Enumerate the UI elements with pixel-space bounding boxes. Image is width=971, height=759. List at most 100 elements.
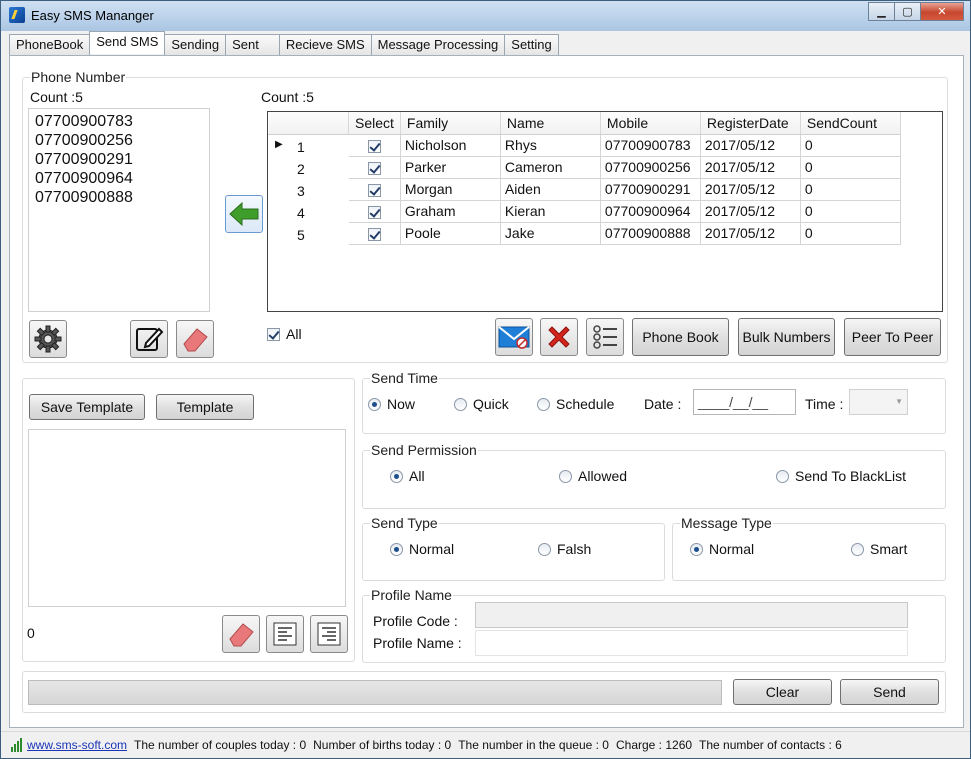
cell-register-date[interactable]: 2017/05/12 bbox=[699, 155, 801, 179]
cell-family[interactable]: Nicholson bbox=[399, 133, 501, 157]
message-type-smart-radio[interactable]: Smart bbox=[851, 541, 907, 557]
title-bar[interactable]: Easy SMS Mananger ▁ ▢ ✕ bbox=[1, 1, 970, 31]
cell-mobile[interactable]: 07700900964 bbox=[599, 199, 701, 223]
move-to-list-button[interactable] bbox=[225, 195, 263, 233]
template-button[interactable]: Template bbox=[156, 394, 254, 420]
close-button[interactable]: ✕ bbox=[920, 2, 964, 21]
settings-gear-button[interactable] bbox=[29, 320, 67, 358]
tab-send-sms[interactable]: Send SMS bbox=[89, 31, 166, 54]
send-time-now-radio[interactable]: Now bbox=[368, 396, 415, 412]
column-header-sendcount[interactable]: SendCount bbox=[800, 112, 901, 135]
cell-register-date[interactable]: 2017/05/12 bbox=[699, 177, 801, 201]
row-number[interactable]: 3 bbox=[268, 177, 349, 201]
permission-all-radio[interactable]: All bbox=[390, 468, 425, 484]
align-left-icon bbox=[273, 622, 297, 646]
cell-send-count[interactable]: 0 bbox=[799, 221, 901, 245]
cell-mobile[interactable]: 07700900783 bbox=[599, 133, 701, 157]
peer-to-peer-button[interactable]: Peer To Peer bbox=[844, 318, 941, 356]
column-header-name[interactable]: Name bbox=[500, 112, 601, 135]
phone-numbers-list[interactable]: 07700900783 07700900256 07700900291 0770… bbox=[28, 108, 210, 312]
message-type-normal-radio[interactable]: Normal bbox=[690, 541, 754, 557]
send-type-normal-radio[interactable]: Normal bbox=[390, 541, 454, 557]
cell-register-date[interactable]: 2017/05/12 bbox=[699, 199, 801, 223]
row-select-checkbox[interactable] bbox=[367, 227, 381, 241]
eraser-button[interactable] bbox=[176, 320, 214, 358]
send-button[interactable]: Send bbox=[840, 679, 939, 705]
send-time-quick-radio[interactable]: Quick bbox=[454, 396, 509, 412]
permission-blacklist-radio[interactable]: Send To BlackList bbox=[776, 468, 906, 484]
align-right-button[interactable] bbox=[310, 615, 348, 653]
website-link[interactable]: www.sms-soft.com bbox=[27, 738, 127, 752]
cell-mobile[interactable]: 07700900256 bbox=[599, 155, 701, 179]
tab-setting[interactable]: Setting bbox=[504, 34, 559, 55]
table-row[interactable]: 2 Parker Cameron 07700900256 2017/05/12 … bbox=[268, 155, 901, 179]
contacts-count: The number of contacts : 6 bbox=[699, 738, 842, 752]
clear-text-eraser-button[interactable] bbox=[222, 615, 260, 653]
phone-book-button[interactable]: Phone Book bbox=[632, 318, 729, 356]
tab-sent[interactable]: Sent bbox=[225, 34, 280, 55]
cell-mobile[interactable]: 07700900888 bbox=[599, 221, 701, 245]
row-select-checkbox[interactable] bbox=[367, 183, 381, 197]
tab-message-processing[interactable]: Message Processing bbox=[370, 34, 506, 55]
row-number[interactable]: ▶ 1 bbox=[268, 133, 349, 157]
send-time-schedule-radio[interactable]: Schedule bbox=[537, 396, 614, 412]
table-row[interactable]: 4 Graham Kieran 07700900964 2017/05/12 0 bbox=[268, 199, 901, 223]
tab-recieve-sms[interactable]: Recieve SMS bbox=[278, 34, 372, 55]
bulk-numbers-button[interactable]: Bulk Numbers bbox=[738, 318, 835, 356]
cell-send-count[interactable]: 0 bbox=[799, 155, 901, 179]
cell-name[interactable]: Rhys bbox=[499, 133, 601, 157]
delete-button[interactable] bbox=[540, 318, 578, 356]
current-row-icon: ▶ bbox=[275, 138, 283, 150]
row-number[interactable]: 2 bbox=[268, 155, 349, 179]
cell-family[interactable]: Graham bbox=[399, 199, 501, 223]
eraser-icon bbox=[183, 328, 208, 352]
align-left-button[interactable] bbox=[266, 615, 304, 653]
column-header-mobile[interactable]: Mobile bbox=[600, 112, 701, 135]
cell-send-count[interactable]: 0 bbox=[799, 177, 901, 201]
row-select-checkbox[interactable] bbox=[367, 139, 381, 153]
table-row[interactable]: 3 Morgan Aiden 07700900291 2017/05/12 0 bbox=[268, 177, 901, 201]
charge-value: Charge : 1260 bbox=[615, 738, 693, 752]
all-checkbox-box[interactable] bbox=[267, 327, 280, 341]
date-input[interactable]: ____/__/__ bbox=[693, 389, 796, 415]
cell-send-count[interactable]: 0 bbox=[799, 199, 901, 223]
time-select[interactable]: ▼ bbox=[849, 389, 908, 415]
permission-allowed-radio[interactable]: Allowed bbox=[559, 468, 627, 484]
select-all-checkbox[interactable]: All bbox=[267, 326, 302, 342]
table-row[interactable]: ▶ 1 Nicholson Rhys 07700900783 2017/05/12… bbox=[268, 133, 901, 157]
row-number[interactable]: 4 bbox=[268, 199, 349, 223]
cell-register-date[interactable]: 2017/05/12 bbox=[699, 133, 801, 157]
clear-button[interactable]: Clear bbox=[733, 679, 832, 705]
cell-family[interactable]: Morgan bbox=[399, 177, 501, 201]
queue-count: The number in the queue : 0 bbox=[458, 738, 609, 752]
column-header-family[interactable]: Family bbox=[400, 112, 501, 135]
minimize-button[interactable]: ▁ bbox=[868, 2, 895, 21]
contacts-grid[interactable]: Select Family Name Mobile RegisterDate S… bbox=[267, 111, 943, 312]
table-row[interactable]: 5 Poole Jake 07700900888 2017/05/12 0 bbox=[268, 221, 901, 245]
maximize-button[interactable]: ▢ bbox=[894, 2, 921, 21]
cell-name[interactable]: Cameron bbox=[499, 155, 601, 179]
cell-name[interactable]: Kieran bbox=[499, 199, 601, 223]
tab-sending[interactable]: Sending bbox=[164, 34, 227, 55]
row-select-checkbox[interactable] bbox=[367, 161, 381, 175]
cell-register-date[interactable]: 2017/05/12 bbox=[699, 221, 801, 245]
row-select-checkbox[interactable] bbox=[367, 205, 381, 219]
tab-phonebook[interactable]: PhoneBook bbox=[9, 34, 91, 55]
cell-mobile[interactable]: 07700900291 bbox=[599, 177, 701, 201]
send-mail-button[interactable] bbox=[495, 318, 533, 356]
edit-button[interactable] bbox=[130, 320, 168, 358]
list-button[interactable] bbox=[586, 318, 624, 356]
profile-code-input[interactable] bbox=[475, 602, 908, 628]
cell-family[interactable]: Parker bbox=[399, 155, 501, 179]
row-number[interactable]: 5 bbox=[268, 221, 349, 245]
column-header-select[interactable]: Select bbox=[348, 112, 401, 135]
profile-name-input[interactable] bbox=[475, 630, 908, 656]
save-template-button[interactable]: Save Template bbox=[29, 394, 145, 420]
send-type-flash-radio[interactable]: Falsh bbox=[538, 541, 591, 557]
cell-name[interactable]: Jake bbox=[499, 221, 601, 245]
message-textarea[interactable] bbox=[28, 429, 346, 607]
cell-family[interactable]: Poole bbox=[399, 221, 501, 245]
cell-send-count[interactable]: 0 bbox=[799, 133, 901, 157]
column-header-registerdate[interactable]: RegisterDate bbox=[700, 112, 801, 135]
cell-name[interactable]: Aiden bbox=[499, 177, 601, 201]
